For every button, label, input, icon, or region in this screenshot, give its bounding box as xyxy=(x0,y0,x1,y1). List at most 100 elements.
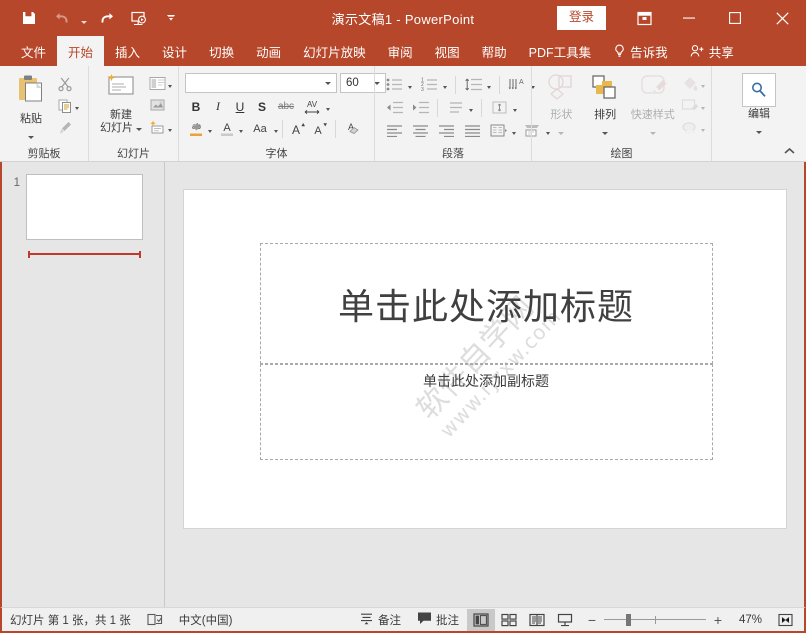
thumbnail-item[interactable]: 1 xyxy=(2,174,164,257)
language-status[interactable]: 中文(中国) xyxy=(171,607,241,633)
reading-view-button[interactable] xyxy=(523,609,551,631)
text-highlight-color-button[interactable]: ab xyxy=(185,118,207,139)
fit-slide-to-window-button[interactable] xyxy=(772,609,798,631)
shape-effects-button[interactable] xyxy=(680,117,706,138)
normal-view-button[interactable] xyxy=(467,609,495,631)
increase-font-size-button[interactable]: A xyxy=(287,118,309,139)
copy-button[interactable] xyxy=(56,95,80,116)
minimize-icon[interactable] xyxy=(666,0,712,36)
font-color-dropdown-icon[interactable] xyxy=(239,120,243,138)
text-direction-button[interactable]: A xyxy=(504,74,530,95)
slide-count-status[interactable]: 幻灯片 第 1 张，共 1 张 xyxy=(2,607,139,633)
shapes-button[interactable]: 形状 xyxy=(540,71,583,140)
justify-button[interactable] xyxy=(459,120,485,141)
new-slide-button[interactable]: 新建 幻灯片 xyxy=(95,71,147,135)
section-button[interactable] xyxy=(148,117,173,138)
arrange-dropdown-icon[interactable] xyxy=(602,122,608,140)
reset-button[interactable] xyxy=(148,95,173,116)
shape-outline-dropdown-icon[interactable] xyxy=(701,97,705,115)
sign-in-button[interactable]: 登录 xyxy=(557,6,606,30)
paragraph-spacing-button[interactable] xyxy=(442,97,468,118)
shape-effects-dropdown-icon[interactable] xyxy=(701,119,705,137)
slide-canvas[interactable]: 软件自学网 www.rjzxw.com 单击此处添加标题 单击此处添加副标题 xyxy=(183,189,787,529)
align-right-button[interactable] xyxy=(433,120,459,141)
cut-button[interactable] xyxy=(56,73,80,94)
change-case-dropdown-icon[interactable] xyxy=(274,120,278,138)
collapse-ribbon-button[interactable] xyxy=(780,143,798,159)
tab-view[interactable]: 视图 xyxy=(424,36,471,66)
tab-animations[interactable]: 动画 xyxy=(245,36,292,66)
editing-dropdown-icon[interactable] xyxy=(756,121,762,139)
layout-dropdown-icon[interactable] xyxy=(168,75,172,93)
text-shadow-button[interactable]: S xyxy=(251,96,273,117)
copy-dropdown-icon[interactable] xyxy=(75,97,79,115)
decrease-indent-button[interactable] xyxy=(381,97,407,118)
redo-icon[interactable] xyxy=(92,4,122,32)
italic-button[interactable]: I xyxy=(207,96,229,117)
columns-dropdown-icon[interactable] xyxy=(512,122,516,140)
tab-review[interactable]: 审阅 xyxy=(377,36,424,66)
align-text-button[interactable] xyxy=(486,97,512,118)
quick-styles-button[interactable]: 快速样式 xyxy=(627,71,678,140)
tab-slideshow[interactable]: 幻灯片放映 xyxy=(292,36,377,66)
bullets-dropdown-icon[interactable] xyxy=(408,76,412,94)
zoom-control[interactable]: − + 47% xyxy=(579,613,768,627)
subtitle-placeholder[interactable]: 单击此处添加副标题 xyxy=(260,364,713,460)
line-spacing-dropdown-icon[interactable] xyxy=(487,76,491,94)
tab-transitions[interactable]: 切换 xyxy=(198,36,245,66)
shape-outline-button[interactable] xyxy=(680,95,706,116)
save-icon[interactable] xyxy=(14,4,44,32)
numbering-button[interactable]: 123 xyxy=(416,74,442,95)
tab-pdf-tools[interactable]: PDF工具集 xyxy=(518,36,603,66)
editing-button[interactable]: 编辑 xyxy=(735,71,783,139)
tab-help[interactable]: 帮助 xyxy=(471,36,518,66)
align-center-button[interactable] xyxy=(407,120,433,141)
notes-button[interactable]: 备注 xyxy=(351,607,409,633)
close-icon[interactable] xyxy=(758,0,806,36)
font-color-button[interactable]: A xyxy=(216,118,238,139)
zoom-in-button[interactable]: + xyxy=(711,613,725,627)
undo-dropdown-icon[interactable] xyxy=(78,4,90,32)
strikethrough-button[interactable]: abc xyxy=(273,96,299,117)
tab-insert[interactable]: 插入 xyxy=(104,36,151,66)
start-slideshow-icon[interactable] xyxy=(124,4,154,32)
numbering-dropdown-icon[interactable] xyxy=(443,76,447,94)
shape-fill-dropdown-icon[interactable] xyxy=(701,75,705,93)
undo-icon[interactable] xyxy=(46,4,76,32)
slide-sorter-button[interactable] xyxy=(495,609,523,631)
tab-share[interactable]: 共享 xyxy=(679,36,745,66)
align-text-dropdown-icon[interactable] xyxy=(513,99,517,117)
zoom-slider-knob[interactable] xyxy=(626,614,631,626)
tab-home[interactable]: 开始 xyxy=(57,36,104,66)
bold-button[interactable]: B xyxy=(185,96,207,117)
align-left-button[interactable] xyxy=(381,120,407,141)
tab-tell-me[interactable]: 告诉我 xyxy=(602,36,679,66)
slideshow-button[interactable] xyxy=(551,609,579,631)
quick-styles-dropdown-icon[interactable] xyxy=(650,122,656,140)
line-spacing-button[interactable] xyxy=(460,74,486,95)
zoom-percent-label[interactable]: 47% xyxy=(730,614,762,626)
comments-button[interactable]: 批注 xyxy=(409,607,467,633)
columns-button[interactable] xyxy=(485,120,511,141)
layout-button[interactable] xyxy=(148,73,173,94)
decrease-font-size-button[interactable]: A xyxy=(309,118,331,139)
shapes-dropdown-icon[interactable] xyxy=(558,122,564,140)
paste-button[interactable]: 粘贴 xyxy=(8,71,54,144)
maximize-icon[interactable] xyxy=(712,0,758,36)
tab-design[interactable]: 设计 xyxy=(151,36,198,66)
title-placeholder[interactable]: 单击此处添加标题 xyxy=(260,243,713,364)
increase-indent-button[interactable] xyxy=(407,97,433,118)
character-spacing-dropdown-icon[interactable] xyxy=(326,98,330,116)
customize-qat-icon[interactable] xyxy=(156,4,186,32)
spelling-status-icon[interactable] xyxy=(139,607,171,633)
paste-dropdown-icon[interactable] xyxy=(28,126,34,144)
arrange-button[interactable]: 排列 xyxy=(583,71,628,140)
section-dropdown-icon[interactable] xyxy=(168,119,172,137)
font-name-dropdown-icon[interactable] xyxy=(321,82,334,85)
shape-fill-button[interactable] xyxy=(680,73,706,94)
text-highlight-dropdown-icon[interactable] xyxy=(208,120,212,138)
ribbon-display-options-icon[interactable] xyxy=(622,0,666,36)
clear-all-formatting-button[interactable]: A xyxy=(340,118,362,139)
slides-thumbnail-pane[interactable]: 1 xyxy=(2,162,165,607)
paragraph-spacing-dropdown-icon[interactable] xyxy=(469,99,473,117)
